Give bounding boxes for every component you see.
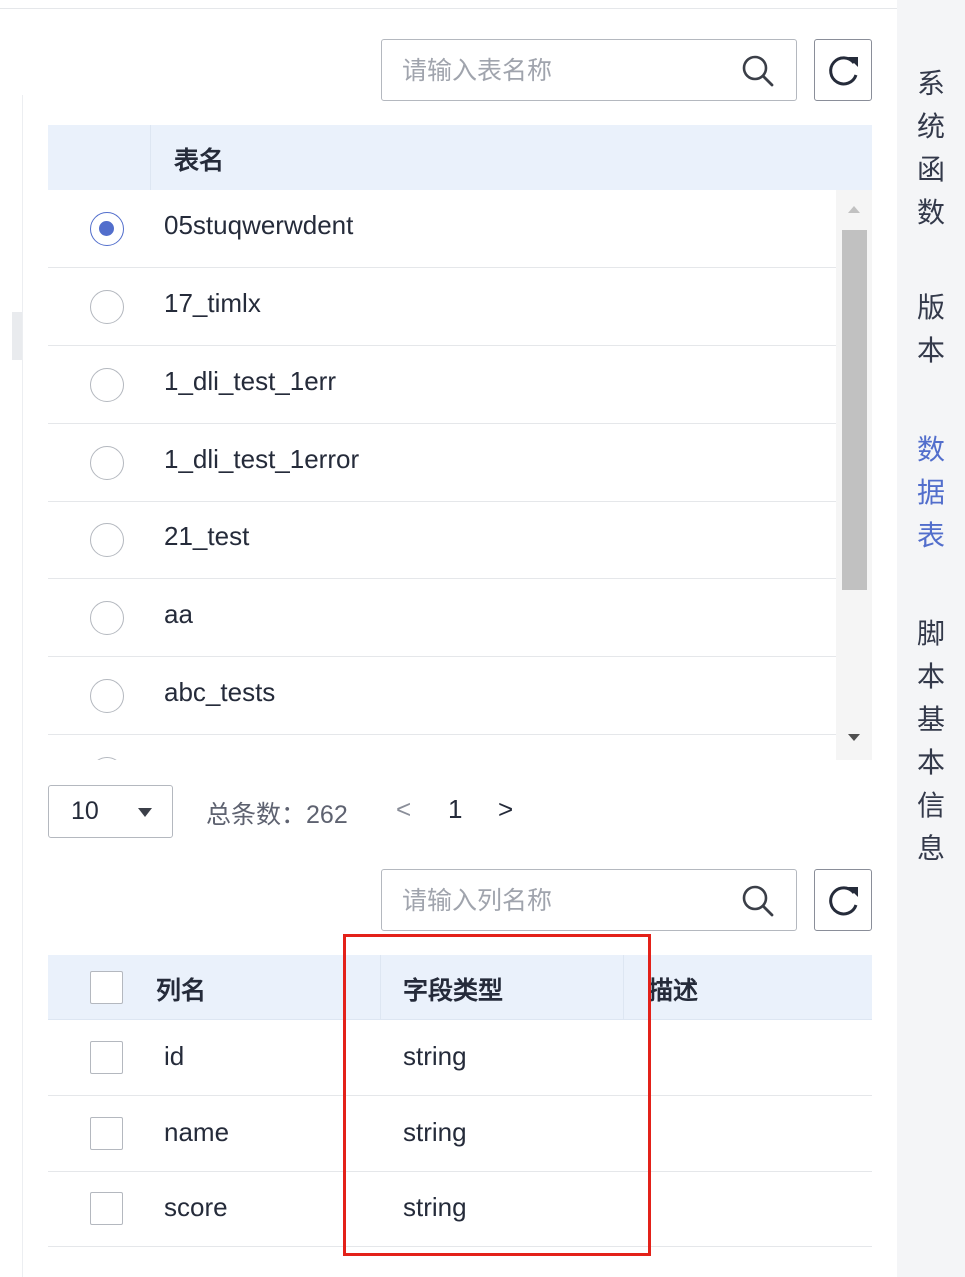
table-row[interactable]: score string	[48, 1171, 872, 1247]
row-radio[interactable]	[90, 368, 124, 402]
total-count: 总条数：262	[206, 795, 348, 831]
side-tab-char: 基	[916, 703, 945, 736]
scroll-up-icon[interactable]	[848, 206, 860, 213]
refresh-icon	[829, 56, 858, 86]
table-row[interactable]: abc_tests	[48, 657, 836, 735]
row-checkbox[interactable]	[90, 1192, 123, 1225]
table-name-cell: 17_timlx	[164, 288, 261, 318]
left-divider	[22, 95, 23, 1277]
row-radio[interactable]	[90, 446, 124, 480]
column-table-header: 列名 字段类型 描述	[48, 955, 872, 1020]
header-separator	[380, 955, 381, 1020]
side-panel: 系 统 函 数 版 本 数 据 表 脚 本 基 本 信 息	[897, 0, 965, 1277]
table-search-input[interactable]	[402, 50, 732, 90]
total-label: 总条数：	[206, 800, 307, 829]
side-tab-char: 数	[916, 433, 945, 466]
table-row-partial[interactable]	[48, 735, 836, 760]
side-tab-char: 据	[916, 476, 945, 509]
field-type-header: 字段类型	[403, 976, 504, 1005]
side-tab-char: 版	[916, 291, 945, 324]
table-row[interactable]: 17_timlx	[48, 268, 836, 346]
refresh-icon	[829, 886, 858, 916]
side-tab-char: 本	[916, 660, 945, 693]
table-row[interactable]: 1_dli_test_1err	[48, 346, 836, 424]
table-row[interactable]: 05stuqwerwdent	[48, 190, 836, 268]
field-type-cell: string	[403, 1192, 467, 1222]
row-checkbox[interactable]	[90, 1117, 123, 1150]
column-name-header: 列名	[156, 976, 207, 1005]
table-row[interactable]: 1_dli_test_1error	[48, 424, 836, 502]
side-tab-system-functions[interactable]: 系 统 函 数	[897, 62, 965, 234]
prev-page-button[interactable]: <	[396, 794, 411, 825]
table-refresh-button[interactable]	[814, 39, 872, 101]
page-number-1[interactable]: 1	[448, 794, 462, 825]
table-name-header: 表名	[174, 146, 225, 175]
row-checkbox[interactable]	[90, 1041, 123, 1074]
side-tab-char: 函	[916, 153, 945, 186]
column-name-cell: score	[164, 1192, 228, 1222]
top-divider	[0, 8, 897, 9]
table-row[interactable]: name string	[48, 1096, 872, 1172]
panel-resize-handle[interactable]	[12, 312, 22, 360]
next-page-button[interactable]: >	[498, 794, 513, 825]
row-radio[interactable]	[90, 679, 124, 713]
field-type-cell: string	[403, 1041, 467, 1071]
search-icon[interactable]	[740, 883, 776, 919]
side-tab-version[interactable]: 版 本	[897, 286, 965, 372]
row-radio[interactable]	[90, 290, 124, 324]
total-count-value: 262	[306, 801, 348, 829]
table-list-body: 05stuqwerwdent 17_timlx 1_dli_test_1err …	[48, 190, 836, 760]
side-tab-char: 统	[916, 110, 945, 143]
table-list-scrollbar[interactable]	[836, 190, 872, 760]
description-header: 描述	[648, 976, 699, 1005]
column-name-cell: id	[164, 1041, 185, 1071]
side-tab-char: 脚	[916, 617, 945, 650]
row-radio[interactable]	[90, 523, 124, 557]
scrollbar-thumb[interactable]	[842, 230, 867, 590]
side-tab-char: 本	[916, 746, 945, 779]
header-separator	[150, 125, 151, 190]
table-name-cell: 05stuqwerwdent	[164, 210, 354, 240]
side-tab-script-info[interactable]: 脚 本 基 本 信 息	[897, 612, 965, 870]
row-radio[interactable]	[90, 757, 124, 760]
field-type-cell: string	[403, 1117, 467, 1147]
scroll-down-icon[interactable]	[848, 734, 860, 741]
select-all-checkbox[interactable]	[90, 971, 123, 1004]
side-tab-char: 表	[916, 519, 945, 552]
side-tab-char: 息	[916, 832, 945, 865]
table-search-box[interactable]	[381, 39, 797, 101]
column-refresh-button[interactable]	[814, 869, 872, 931]
table-name-cell: 1_dli_test_1err	[164, 366, 336, 396]
row-radio[interactable]	[90, 601, 124, 635]
table-row[interactable]: id string	[48, 1020, 872, 1096]
column-search-box[interactable]	[381, 869, 797, 931]
table-name-cell: 21_test	[164, 521, 250, 551]
side-tab-data-tables[interactable]: 数 据 表	[897, 428, 965, 557]
table-name-cell: abc_tests	[164, 677, 276, 707]
side-tab-char: 数	[916, 196, 945, 229]
column-search-input[interactable]	[402, 880, 732, 920]
page-size-select[interactable]: 10	[48, 785, 173, 838]
page-size-value: 10	[71, 797, 99, 825]
table-name-cell: aa	[164, 599, 193, 629]
row-radio[interactable]	[90, 212, 124, 246]
side-tab-char: 系	[916, 67, 945, 100]
search-icon[interactable]	[740, 53, 776, 89]
side-tab-char: 本	[916, 334, 945, 367]
side-tab-char: 信	[916, 789, 945, 822]
table-row[interactable]: aa	[48, 579, 836, 657]
column-name-cell: name	[164, 1117, 230, 1147]
table-list-header: 表名	[48, 125, 872, 190]
table-name-cell: 1_dli_test_1error	[164, 444, 360, 474]
caret-down-icon	[138, 808, 152, 817]
header-separator	[623, 955, 624, 1020]
table-row[interactable]: 21_test	[48, 501, 836, 579]
